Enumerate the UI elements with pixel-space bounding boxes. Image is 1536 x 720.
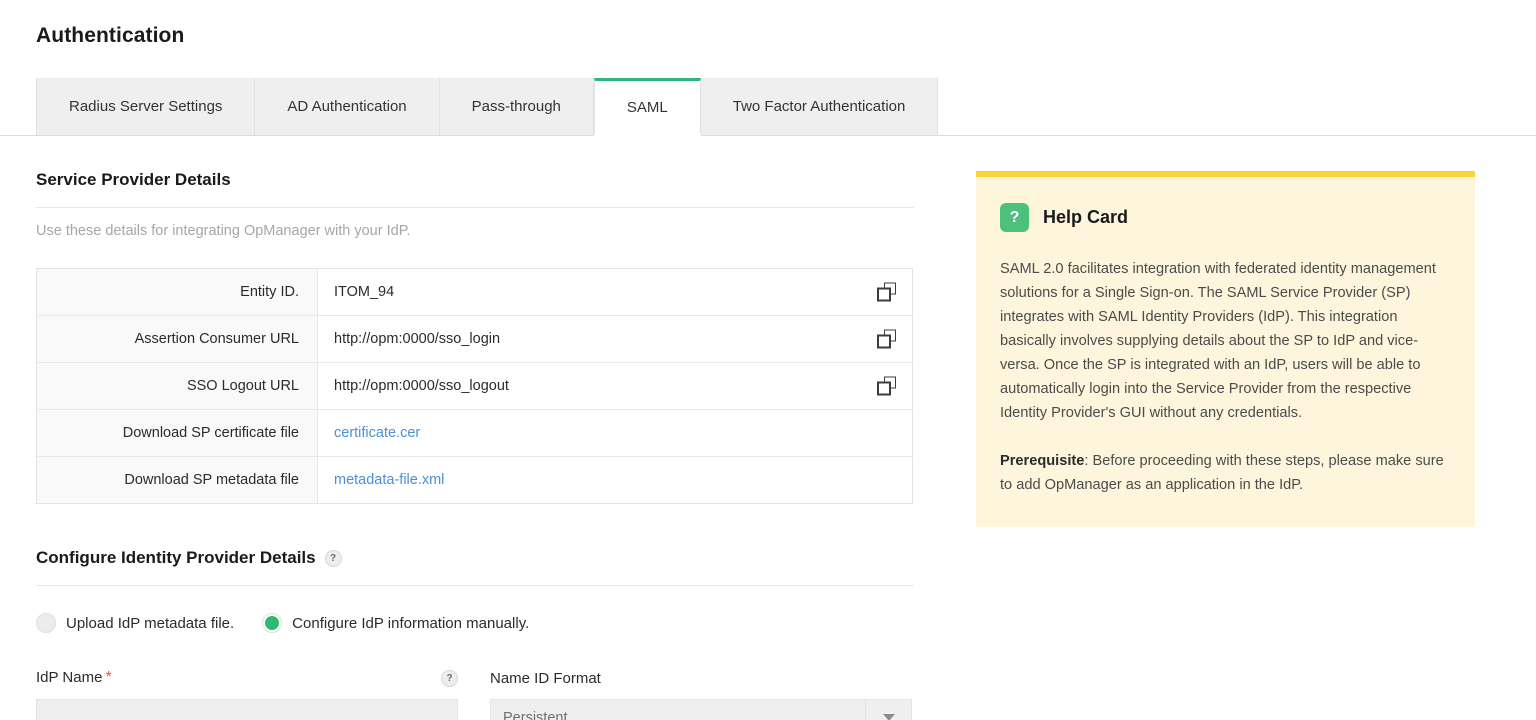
tabstrip: Radius Server Settings AD Authentication…	[36, 78, 939, 135]
radio-button[interactable]	[36, 613, 56, 633]
help-question-icon: ?	[1000, 203, 1029, 232]
chevron-down-icon[interactable]	[865, 700, 911, 720]
help-card-title: Help Card	[1043, 207, 1129, 227]
row-value: ITOM_94	[334, 284, 395, 300]
copy-icon[interactable]	[877, 329, 896, 349]
row-value-cell: certificate.cer	[318, 410, 913, 457]
radio-label: Upload IdP metadata file.	[66, 614, 235, 632]
row-value-cell: metadata-file.xml	[318, 457, 913, 504]
tab-label: SAML	[626, 99, 668, 116]
tab-label: Radius Server Settings	[69, 98, 223, 115]
row-label: SSO Logout URL	[36, 362, 318, 410]
idp-mode-radio-group: Upload IdP metadata file. Configure IdP …	[36, 613, 914, 633]
table-row: Entity ID. ITOM_94	[36, 268, 913, 316]
tab-label: Pass-through	[471, 98, 561, 115]
copy-icon[interactable]	[877, 282, 896, 302]
row-value-cell: ITOM_94	[318, 269, 913, 316]
active-tab-divider-mask	[593, 134, 701, 137]
tab-radius-server-settings[interactable]: Radius Server Settings	[36, 78, 256, 135]
idp-name-input[interactable]	[36, 699, 458, 720]
tab-two-factor-authentication[interactable]: Two Factor Authentication	[700, 78, 939, 135]
row-value: http://opm:0000/sso_login	[334, 331, 501, 347]
idp-name-label-wrap: IdP Name *	[36, 669, 112, 687]
table-row: Assertion Consumer URL http://opm:0000/s…	[36, 315, 913, 363]
service-provider-title: Service Provider Details	[36, 170, 914, 190]
name-id-format-label: Name ID Format	[490, 669, 601, 687]
tab-ad-authentication[interactable]: AD Authentication	[255, 78, 440, 135]
table-row: Download SP certificate file certificate…	[36, 409, 913, 457]
copy-icon[interactable]	[877, 376, 896, 396]
row-label: Entity ID.	[36, 268, 318, 316]
name-id-format-select[interactable]: Persistent	[490, 699, 912, 720]
row-value: http://opm:0000/sso_logout	[334, 378, 509, 394]
required-asterisk: *	[105, 669, 112, 686]
tab-label: AD Authentication	[287, 98, 407, 115]
section-divider	[36, 585, 914, 586]
question-mark-icon[interactable]: ?	[324, 549, 342, 567]
question-mark-icon[interactable]: ?	[441, 669, 458, 687]
copy-icon-front	[877, 287, 891, 302]
identity-provider-title: Configure Identity Provider Details ?	[36, 548, 914, 568]
prerequisite-label: Prerequisite	[1000, 453, 1085, 469]
download-certificate-link[interactable]: certificate.cer	[334, 425, 420, 441]
row-value-cell: http://opm:0000/sso_login	[318, 316, 913, 363]
tab-label: Two Factor Authentication	[732, 98, 906, 115]
section-divider	[36, 207, 914, 208]
table-row: SSO Logout URL http://opm:0000/sso_logou…	[36, 362, 913, 410]
row-label: Assertion Consumer URL	[36, 315, 318, 363]
help-paragraph-2: Prerequisite: Before proceeding with the…	[1000, 449, 1451, 497]
tab-pass-through[interactable]: Pass-through	[439, 78, 594, 135]
idp-name-field-head: IdP Name * ?	[36, 668, 458, 688]
service-provider-section: Service Provider Details Use these detai…	[36, 170, 914, 720]
service-provider-description: Use these details for integrating OpMana…	[36, 223, 411, 239]
radio-configure-idp-manually[interactable]: Configure IdP information manually.	[262, 613, 529, 633]
caret-shape	[882, 714, 895, 720]
table-row: Download SP metadata file metadata-file.…	[36, 456, 913, 504]
help-card: ? Help Card SAML 2.0 facilitates integra…	[976, 171, 1475, 527]
tabstrip-divider	[0, 135, 1536, 136]
row-label: Download SP certificate file	[36, 409, 318, 457]
section-title-text: Configure Identity Provider Details	[36, 548, 316, 567]
name-id-format-value: Persistent	[503, 709, 568, 720]
radio-label: Configure IdP information manually.	[292, 614, 530, 632]
tab-saml[interactable]: SAML	[593, 78, 701, 135]
row-value-cell: http://opm:0000/sso_logout	[318, 363, 913, 410]
name-id-format-field-head: Name ID Format	[490, 668, 912, 688]
service-provider-table: Entity ID. ITOM_94 Assertion Consumer UR…	[36, 268, 913, 504]
idp-fields: IdP Name * ? Name ID Format Persistent	[36, 668, 914, 720]
idp-name-field-group: IdP Name * ?	[36, 668, 458, 720]
name-id-format-field-group: Name ID Format Persistent	[490, 668, 912, 720]
idp-name-label: IdP Name	[36, 669, 103, 686]
help-card-body: SAML 2.0 facilitates integration with fe…	[1000, 257, 1451, 497]
copy-icon-front	[877, 381, 891, 396]
copy-icon-front	[877, 334, 891, 349]
page-title: Authentication	[36, 24, 185, 47]
download-metadata-link[interactable]: metadata-file.xml	[334, 472, 444, 488]
section-title-text: Service Provider Details	[36, 170, 231, 189]
radio-upload-idp-metadata[interactable]: Upload IdP metadata file.	[36, 613, 234, 633]
radio-button-selected[interactable]	[262, 613, 283, 633]
help-paragraph-1: SAML 2.0 facilitates integration with fe…	[1000, 261, 1436, 421]
authentication-page: Authentication Radius Server Settings AD…	[0, 0, 1536, 720]
row-label: Download SP metadata file	[36, 456, 318, 504]
help-card-header: ? Help Card	[1000, 203, 1451, 232]
